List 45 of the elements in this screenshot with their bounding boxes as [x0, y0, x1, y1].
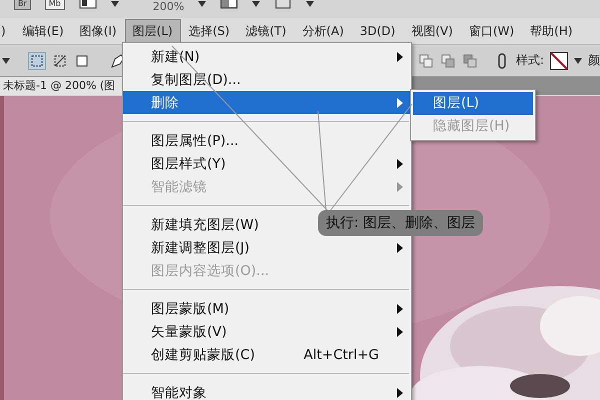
- menu-entry[interactable]: 图层样式(Y): [123, 152, 411, 175]
- launcher-button[interactable]: Br: [14, 0, 31, 10]
- menu-item[interactable]: 窗口(W): [460, 18, 522, 44]
- menu-entry[interactable]: 新建调整图层(J): [123, 236, 411, 259]
- menu-entry[interactable]: 删除: [123, 91, 411, 114]
- menu-item[interactable]: 选择(S): [180, 18, 238, 44]
- menu-item[interactable]: 图层(L): [124, 18, 181, 44]
- menu-item[interactable]: 滤镜(T): [238, 18, 294, 44]
- square-icon[interactable]: [74, 52, 90, 68]
- menu-item[interactable]: 编辑(E): [14, 18, 72, 44]
- color-label: 颜: [588, 52, 600, 69]
- menu-item[interactable]: 分析(A): [294, 18, 352, 44]
- menu-entry[interactable]: 智能对象: [123, 381, 411, 400]
- grid-icon[interactable]: [78, 0, 97, 9]
- screen-icon[interactable]: [274, 0, 292, 9]
- caret-icon[interactable]: [252, 1, 260, 7]
- caret-icon[interactable]: [110, 1, 119, 7]
- style-label: 样式:: [516, 52, 544, 69]
- menu-item[interactable]: 图像(I): [72, 18, 125, 44]
- menu-item[interactable]: ): [0, 20, 15, 42]
- menu-entry[interactable]: 新建(N): [123, 45, 411, 68]
- caret-icon[interactable]: [306, 1, 314, 7]
- no-style-swatch[interactable]: [550, 52, 568, 70]
- combine-icon[interactable]: [418, 52, 434, 68]
- exclude-icon[interactable]: [462, 52, 478, 68]
- launcher-button[interactable]: Mb: [44, 0, 65, 10]
- document-tab[interactable]: 未标题-1 @ 200% (图: [0, 77, 124, 95]
- menu-item[interactable]: 3D(D): [352, 20, 404, 42]
- caret-icon[interactable]: [2, 58, 10, 64]
- annotation-tooltip: 执行: 图层、删除、图层: [318, 210, 484, 236]
- caret-icon[interactable]: [198, 1, 206, 7]
- shape-layer-icon[interactable]: [28, 52, 46, 70]
- menu-item[interactable]: 帮助(H): [522, 18, 581, 44]
- intersect-icon[interactable]: [440, 52, 456, 68]
- menu-entry[interactable]: 图层蒙版(M): [123, 297, 411, 320]
- menu-item[interactable]: 视图(V): [403, 18, 461, 44]
- menu-entry[interactable]: 复制图层(D)...: [123, 68, 411, 91]
- zoom-dropdown[interactable]: 200%: [152, 0, 184, 13]
- layout-icon[interactable]: [220, 0, 238, 9]
- path-icon[interactable]: [52, 52, 68, 68]
- caret-icon[interactable]: [574, 58, 582, 64]
- menu-entry[interactable]: 矢量蒙版(V): [123, 320, 411, 343]
- menu-entry[interactable]: 图层属性(P)...: [123, 129, 411, 152]
- menu-entry[interactable]: 创建剪贴蒙版(C) Alt+Ctrl+G: [123, 343, 411, 366]
- menu-entry[interactable]: 图层(L): [413, 92, 533, 115]
